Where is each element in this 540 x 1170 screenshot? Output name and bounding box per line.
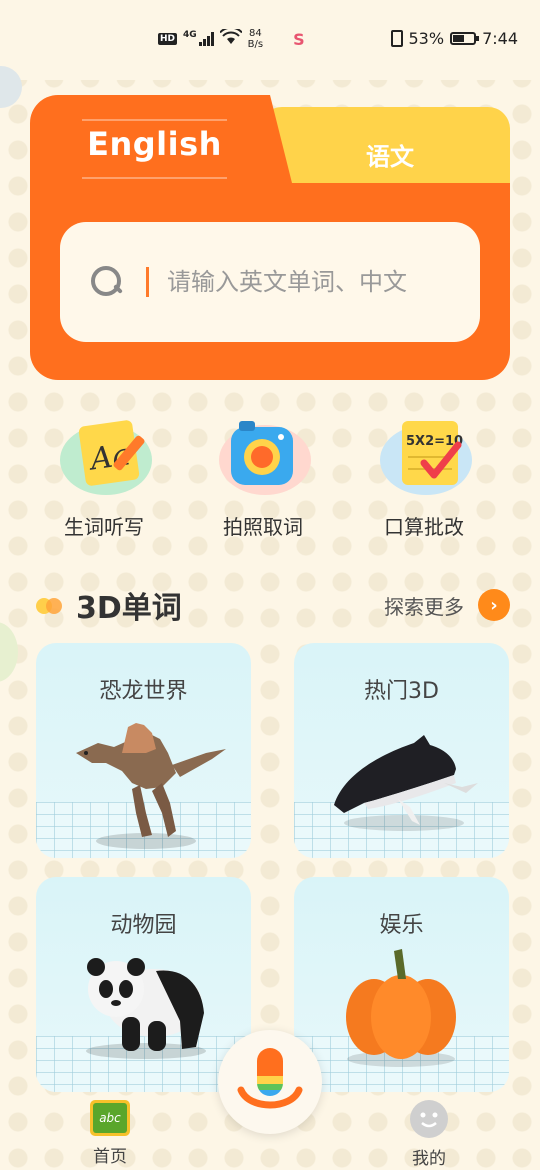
decor-circle (0, 622, 18, 682)
dinosaur-icon (76, 723, 226, 849)
tab-chinese-label[interactable]: 语文 (330, 137, 450, 172)
card-label: 娱乐 (379, 913, 424, 938)
card-popular-3d[interactable]: 热门3D (294, 643, 509, 858)
vibrate-icon (390, 30, 403, 47)
network-speed: 84 B/s (247, 28, 264, 50)
search-icon (90, 265, 124, 299)
pumpkin-icon (346, 949, 456, 1067)
section-title: 3D单词 (76, 591, 182, 626)
tool-label: 口算批改 (384, 515, 464, 539)
explore-more-label: 探索更多 (384, 594, 464, 619)
nav-home-label: 首页 (93, 1147, 127, 1167)
home-abc-icon: abc (90, 1100, 130, 1136)
nav-me-label: 我的 (412, 1149, 446, 1169)
section-dots-icon (36, 596, 66, 614)
search-box[interactable] (60, 222, 480, 342)
wifi-icon (218, 26, 243, 49)
tab-english[interactable]: English (82, 125, 227, 163)
clock: 7:44 (482, 29, 518, 48)
handwriting-icon: Aa (78, 420, 145, 486)
voice-search-button[interactable] (218, 1030, 322, 1134)
status-bar: HD 4G 84 B/s S 53% 7:44 (0, 0, 540, 80)
card-label: 恐龙世界 (99, 679, 188, 704)
nav-home[interactable]: abc 首页 (70, 1100, 150, 1167)
tool-label: 生词听写 (64, 515, 144, 539)
math-check-icon: 5X2=10 (402, 421, 463, 485)
network-icon: 4G (183, 30, 214, 46)
hd-badge: HD (158, 33, 178, 45)
chevron-right-icon[interactable]: › (478, 589, 510, 621)
whale-icon (334, 735, 478, 831)
tool-dictation[interactable]: Aa 生词听写 (34, 415, 174, 540)
tab-divider (82, 119, 227, 121)
battery-percent: 53% (408, 29, 445, 48)
section-header-3d: 3D单词 探索更多 › (36, 585, 510, 626)
tools-row: Aa 生词听写 拍照取词 5X2=10 口算批改 (0, 415, 540, 545)
search-input[interactable] (167, 268, 467, 296)
tab-divider (82, 177, 227, 179)
card-zoo[interactable]: 动物园 (36, 877, 251, 1092)
nav-me[interactable]: 我的 (389, 1100, 469, 1169)
tool-label: 拍照取词 (223, 515, 303, 539)
card-label: 动物园 (110, 913, 177, 938)
microphone-icon (237, 1048, 303, 1109)
tool-math-check[interactable]: 5X2=10 口算批改 (354, 415, 494, 540)
battery-icon (450, 32, 480, 45)
card-label: 热门3D (364, 679, 439, 704)
app-notification-icon: S (293, 29, 305, 49)
card-entertainment[interactable]: 娱乐 (294, 877, 509, 1092)
search-card: 语文 English (30, 95, 510, 380)
explore-more-link[interactable]: 探索更多 › (384, 589, 510, 621)
camera-icon (231, 421, 293, 485)
tool-photo-lookup[interactable]: 拍照取词 (193, 415, 333, 540)
text-cursor (146, 267, 149, 297)
profile-icon (410, 1100, 448, 1138)
card-dinosaur-world[interactable]: 恐龙世界 (36, 643, 251, 858)
